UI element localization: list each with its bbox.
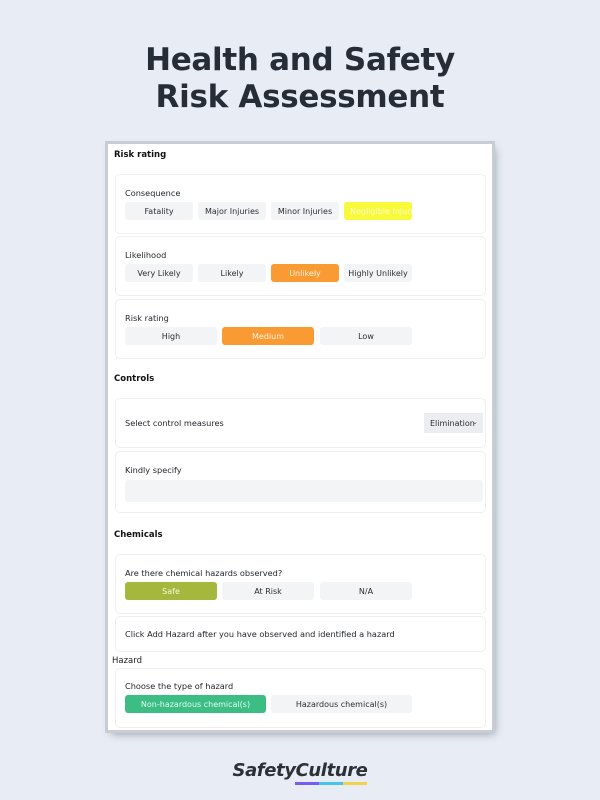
page-title-line-1: Health and Safety xyxy=(145,42,455,78)
likelihood-label: Likelihood xyxy=(125,250,167,260)
consequence-label: Consequence xyxy=(125,188,181,198)
option-fatality[interactable]: Fatality xyxy=(125,202,193,220)
option-negligible-injuries-selected[interactable]: Negligible Injuries xyxy=(344,202,412,220)
question-control-measures: Select control measures Elimination ⌄ xyxy=(115,398,486,448)
brand-underline xyxy=(294,782,367,785)
option-low[interactable]: Low xyxy=(320,327,412,345)
control-measures-value: Elimination xyxy=(430,418,475,428)
option-very-likely[interactable]: Very Likely xyxy=(125,264,193,282)
chemical-hazards-label: Are there chemical hazards observed? xyxy=(125,568,283,578)
chevron-down-icon: ⌄ xyxy=(472,418,478,426)
brand-name: SafetyCulture xyxy=(233,760,368,785)
brand-underline-yellow xyxy=(342,782,367,785)
page-title-line-2: Risk Assessment xyxy=(155,79,445,115)
hazard-label: Hazard xyxy=(112,656,143,666)
question-hazard-type: Choose the type of hazard Non-hazardous … xyxy=(115,668,486,728)
hazard-type-label: Choose the type of hazard xyxy=(125,681,234,691)
option-highly-unlikely[interactable]: Highly Unlikely xyxy=(344,264,412,282)
question-kindly-specify: Kindly specify xyxy=(115,451,486,513)
control-measures-label: Select control measures xyxy=(125,418,224,428)
option-unlikely-selected[interactable]: Unlikely xyxy=(271,264,339,282)
option-na[interactable]: N/A xyxy=(320,582,412,600)
option-major-injuries[interactable]: Major Injuries xyxy=(198,202,266,220)
kindly-specify-input[interactable] xyxy=(125,480,483,502)
question-chemical-hazards: Are there chemical hazards observed? Saf… xyxy=(115,554,486,614)
brand-underline-purple xyxy=(294,782,319,785)
section-heading-risk-rating: Risk rating xyxy=(114,150,167,160)
control-measures-select[interactable]: Elimination ⌄ xyxy=(424,413,483,433)
option-high[interactable]: High xyxy=(125,327,217,345)
risk-rating-label: Risk rating xyxy=(125,313,169,323)
question-likelihood: Likelihood Very Likely Likely Unlikely H… xyxy=(115,236,486,296)
add-hazard-instruction: Click Add Hazard after you have observed… xyxy=(125,629,395,639)
add-hazard-instruction-box: Click Add Hazard after you have observed… xyxy=(115,616,486,652)
question-consequence: Consequence Fatality Major Injuries Mino… xyxy=(115,174,486,234)
option-medium-selected[interactable]: Medium xyxy=(222,327,314,345)
brand-logo: SafetyCulture xyxy=(0,760,600,785)
kindly-specify-label: Kindly specify xyxy=(125,465,182,475)
option-safe-selected[interactable]: Safe xyxy=(125,582,217,600)
option-minor-injuries[interactable]: Minor Injuries xyxy=(271,202,339,220)
brand-underline-blue xyxy=(318,782,343,785)
option-hazardous[interactable]: Hazardous chemical(s) xyxy=(271,695,412,713)
section-heading-controls: Controls xyxy=(114,374,155,384)
option-likely[interactable]: Likely xyxy=(198,264,266,282)
risk-assessment-form: Risk rating Consequence Fatality Major I… xyxy=(108,144,492,730)
question-risk-rating: Risk rating High Medium Low xyxy=(115,299,486,359)
section-heading-chemicals: Chemicals xyxy=(114,530,163,540)
option-non-hazardous-selected[interactable]: Non-hazardous chemical(s) xyxy=(125,695,266,713)
option-at-risk[interactable]: At Risk xyxy=(222,582,314,600)
page-title: Health and Safety Risk Assessment xyxy=(0,42,600,116)
